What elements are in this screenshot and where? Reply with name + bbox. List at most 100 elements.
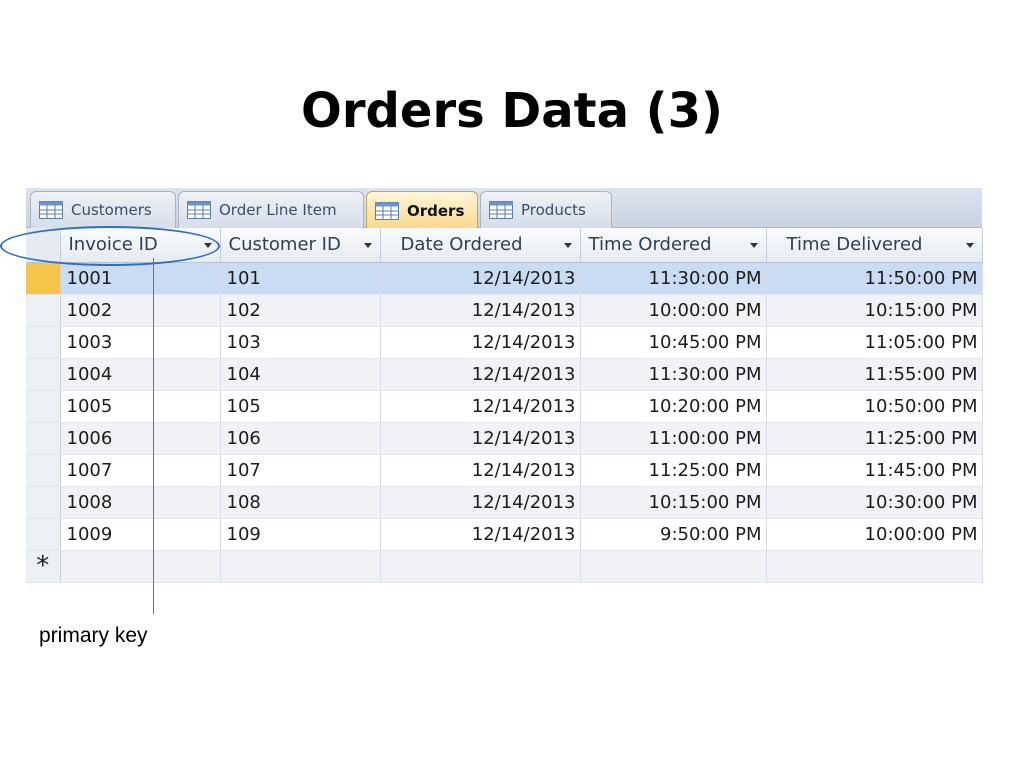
record-selector[interactable] [26,326,61,359]
cell-time-delivered[interactable]: 11:05:00 PM [766,326,983,359]
record-selector[interactable] [26,422,61,455]
table-row[interactable]: 1005 105 12/14/2013 10:20:00 PM 10:50:00… [26,390,983,423]
annotation-callout-line [153,258,154,614]
cell-date-ordered[interactable]: 12/14/2013 [380,422,581,455]
cell-time-delivered[interactable]: 11:25:00 PM [766,422,983,455]
title-rest: Data (3) [484,83,723,139]
record-selector[interactable] [26,486,61,519]
column-header-date-ordered[interactable]: Date Ordered [380,228,581,263]
cell-invoice-id[interactable]: 1003 [60,326,221,359]
cell-customer-id[interactable]: 105 [220,390,381,423]
cell-time-ordered[interactable]: 11:30:00 PM [580,358,767,391]
cell-time-delivered[interactable]: 10:30:00 PM [766,486,983,519]
cell-date-ordered[interactable]: 12/14/2013 [380,390,581,423]
cell-invoice-id[interactable] [60,550,221,583]
record-selector[interactable] [26,518,61,551]
cell-date-ordered[interactable]: 12/14/2013 [380,454,581,487]
cell-date-ordered[interactable]: 12/14/2013 [380,358,581,391]
cell-time-ordered[interactable]: 10:00:00 PM [580,294,767,327]
table-icon [489,201,513,219]
cell-date-ordered[interactable]: 12/14/2013 [380,326,581,359]
cell-time-delivered[interactable]: 11:50:00 PM [766,262,983,295]
cell-time-delivered[interactable]: 10:50:00 PM [766,390,983,423]
cell-invoice-id[interactable]: 1004 [60,358,221,391]
tab-products[interactable]: Products [480,191,612,228]
table-row[interactable]: 1001 101 12/14/2013 11:30:00 PM 11:50:00… [26,262,983,295]
cell-customer-id[interactable]: 103 [220,326,381,359]
cell-date-ordered[interactable]: 12/14/2013 [380,486,581,519]
cell-customer-id[interactable]: 101 [220,262,381,295]
table-row[interactable]: 1008 108 12/14/2013 10:15:00 PM 10:30:00… [26,486,983,519]
cell-time-delivered[interactable]: 10:00:00 PM [766,518,983,551]
cell-invoice-id[interactable]: 1006 [60,422,221,455]
title-bold: Orders [301,83,485,139]
tab-label: Products [521,201,586,219]
cell-invoice-id[interactable]: 1001 [60,262,221,295]
cell-date-ordered[interactable]: 12/14/2013 [380,294,581,327]
cell-customer-id[interactable] [220,550,381,583]
dropdown-arrow-icon[interactable] [965,243,974,248]
slide-title: Orders Data (3) [0,83,1024,139]
tab-label: Customers [71,201,152,219]
record-selector[interactable] [26,262,61,295]
cell-customer-id[interactable]: 102 [220,294,381,327]
column-header-time-ordered[interactable]: Time Ordered [580,228,767,263]
tab-customers[interactable]: Customers [30,191,176,228]
column-label: Date Ordered [400,234,523,256]
column-label: Customer ID [228,234,341,256]
cell-customer-id[interactable]: 106 [220,422,381,455]
cell-customer-id[interactable]: 108 [220,486,381,519]
column-header-time-delivered[interactable]: Time Delivered [766,228,983,263]
table-icon [39,201,63,219]
table-row[interactable]: 1007 107 12/14/2013 11:25:00 PM 11:45:00… [26,454,983,487]
column-label: Time Delivered [786,234,923,256]
table-row[interactable]: 1009 109 12/14/2013 9:50:00 PM 10:00:00 … [26,518,983,551]
table-row[interactable]: 1006 106 12/14/2013 11:00:00 PM 11:25:00… [26,422,983,455]
cell-invoice-id[interactable]: 1009 [60,518,221,551]
cell-date-ordered[interactable]: 12/14/2013 [380,518,581,551]
primary-key-label: primary key [39,624,148,647]
cell-time-delivered[interactable] [766,550,983,583]
dropdown-arrow-icon[interactable] [563,243,572,248]
cell-time-ordered[interactable]: 11:00:00 PM [580,422,767,455]
dropdown-arrow-icon[interactable] [363,243,372,248]
table-row[interactable]: 1002 102 12/14/2013 10:00:00 PM 10:15:00… [26,294,983,327]
record-selector[interactable] [26,390,61,423]
cell-date-ordered[interactable] [380,550,581,583]
record-selector[interactable] [26,454,61,487]
cell-time-delivered[interactable]: 10:15:00 PM [766,294,983,327]
cell-invoice-id[interactable]: 1005 [60,390,221,423]
cell-time-ordered[interactable]: 10:20:00 PM [580,390,767,423]
dropdown-arrow-icon[interactable] [749,243,758,248]
cell-invoice-id[interactable]: 1007 [60,454,221,487]
column-label: Time Ordered [588,234,712,256]
cell-time-ordered[interactable]: 10:15:00 PM [580,486,767,519]
cell-time-ordered[interactable]: 9:50:00 PM [580,518,767,551]
cell-date-ordered[interactable]: 12/14/2013 [380,262,581,295]
cell-time-delivered[interactable]: 11:55:00 PM [766,358,983,391]
cell-invoice-id[interactable]: 1002 [60,294,221,327]
cell-invoice-id[interactable]: 1008 [60,486,221,519]
tab-order-line-item[interactable]: Order Line Item [178,191,364,228]
tab-orders[interactable]: Orders [366,191,478,229]
record-selector[interactable] [26,358,61,391]
cell-time-ordered[interactable]: 10:45:00 PM [580,326,767,359]
cell-customer-id[interactable]: 104 [220,358,381,391]
new-record-row[interactable]: * [26,550,983,583]
orders-datasheet: Invoice ID Customer ID Date Ordered Time… [26,228,983,583]
cell-time-ordered[interactable]: 11:30:00 PM [580,262,767,295]
cell-time-delivered[interactable]: 11:45:00 PM [766,454,983,487]
table-row[interactable]: 1004 104 12/14/2013 11:30:00 PM 11:55:00… [26,358,983,391]
cell-time-ordered[interactable]: 11:25:00 PM [580,454,767,487]
table-icon [187,201,211,219]
cell-time-ordered[interactable] [580,550,767,583]
record-selector[interactable] [26,294,61,327]
cell-customer-id[interactable]: 107 [220,454,381,487]
table-row[interactable]: 1003 103 12/14/2013 10:45:00 PM 11:05:00… [26,326,983,359]
tab-label: Order Line Item [219,201,337,219]
cell-customer-id[interactable]: 109 [220,518,381,551]
new-record-marker[interactable]: * [26,550,61,583]
column-header-customer-id[interactable]: Customer ID [220,228,381,263]
object-tab-strip: Customers Order Line Item Orders Product… [26,188,982,229]
table-icon [375,201,399,220]
